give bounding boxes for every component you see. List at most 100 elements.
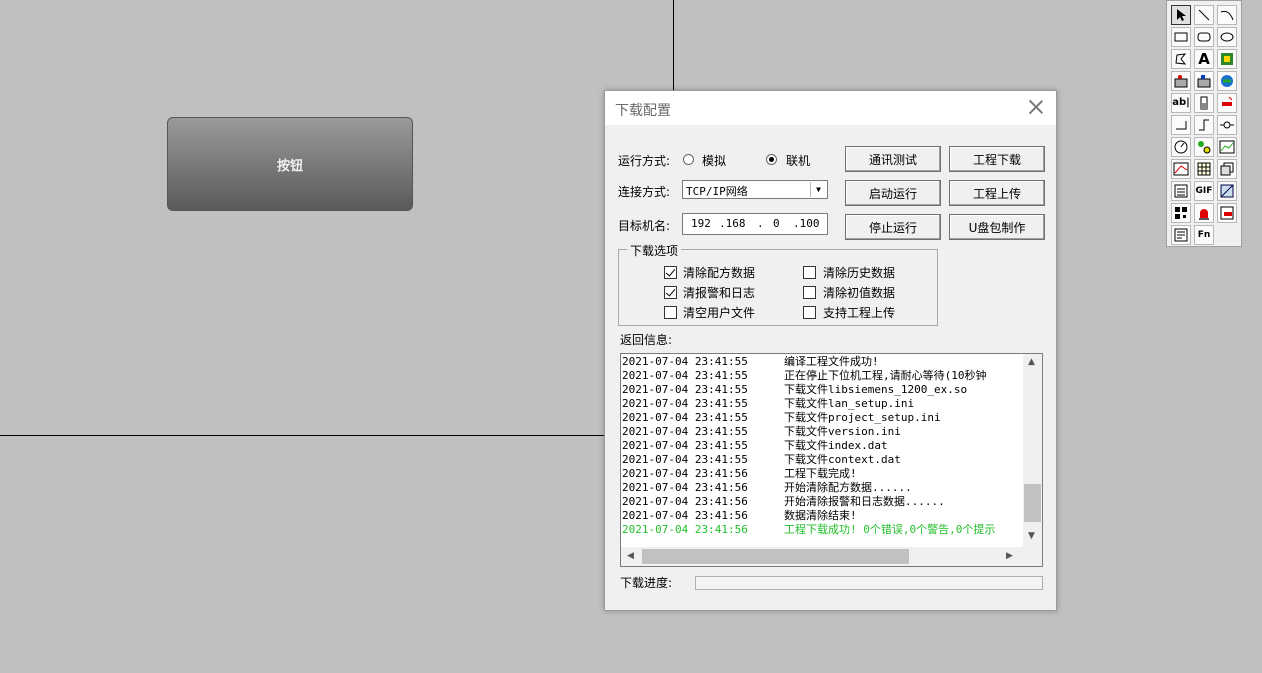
run-mode-online-radio[interactable] [766,154,777,165]
log-line: 2021-07-04 23:41:56 工程下载完成! [622,467,1022,481]
animation-tool-icon[interactable] [1194,137,1214,157]
graphic-view-tool-icon[interactable] [1217,181,1237,201]
canvas-guide-vertical [673,0,674,90]
download-options-group: 下载选项 清除配方数据 清除历史数据 清报警和日志 清除初值数据 清空用户文件 … [618,242,938,326]
target-ip-field[interactable]: 192 .168 . 0 .100 [682,213,828,235]
toolbox-panel: Aab| GIF Fn [1166,0,1242,247]
log-line: 2021-07-04 23:41:55 编译工程文件成功! [622,355,1022,369]
log-message: 下载文件index.dat [784,439,888,452]
dialog-titlebar[interactable]: 下载配置 [605,91,1056,125]
log-line: 2021-07-04 23:41:56 开始清除配方数据...... [622,481,1022,495]
report-tool-icon[interactable] [1171,225,1191,245]
log-horizontal-scrollbar[interactable]: ◀ ▶ [621,547,1042,566]
scroll-left-icon[interactable]: ◀ [627,551,634,561]
indicator-light-tool-icon[interactable] [1217,93,1237,113]
connection-select-value: TCP/IP网络 [686,185,748,198]
picture-tool-icon[interactable] [1217,49,1237,69]
start-run-button[interactable]: 启动运行 [845,180,941,206]
log-message: 下载文件lan_setup.ini [784,397,915,410]
log-timestamp: 2021-07-04 23:41:55 [622,411,748,424]
toolbox-grid: Aab| GIF Fn [1170,4,1238,246]
pointer-tool-icon[interactable] [1171,5,1191,25]
word-button-tool-icon[interactable] [1194,71,1214,91]
log-lines: 2021-07-04 23:41:55 编译工程文件成功! 2021-07-04 2… [622,355,1022,547]
function-tool-glyph: Fn [1197,229,1211,240]
log-timestamp: 2021-07-04 23:41:56 [622,481,748,494]
rounded-rectangle-tool-icon[interactable] [1194,27,1214,47]
qr-code-tool-icon[interactable] [1171,203,1191,223]
log-line: 2021-07-04 23:41:56 数据清除结束! [622,509,1022,523]
log-vertical-scrollbar[interactable]: ▲ ▼ [1023,354,1042,547]
valve-tool-icon[interactable] [1217,115,1237,135]
log-line: 2021-07-04 23:41:55 下载文件libsiemens_1200_e… [622,383,1022,397]
log-message: 下载文件context.dat [784,453,901,466]
clear-alarm-log-checkbox[interactable] [664,286,677,299]
table-tool-icon[interactable] [1194,159,1214,179]
log-line: 2021-07-04 23:41:55 下载文件lan_setup.ini [622,397,1022,411]
scroll-up-icon[interactable]: ▲ [1028,357,1035,367]
chevron-down-icon[interactable]: ▼ [810,182,826,197]
project-upload-button[interactable]: 工程上传 [949,180,1045,206]
scroll-right-icon[interactable]: ▶ [1006,551,1013,561]
scroll-down-icon[interactable]: ▼ [1028,531,1035,541]
log-output[interactable]: 2021-07-04 23:41:55 编译工程文件成功! 2021-07-04 2… [620,353,1043,567]
ip-octet-1[interactable]: 192 [691,217,711,230]
ip-octet-2[interactable]: .168 [719,217,746,230]
clear-user-files-label: 清空用户文件 [683,306,756,320]
dialog-title: 下载配置 [615,103,671,119]
polygon-tool-icon[interactable] [1171,49,1191,69]
gif-tool-glyph: GIF [1195,185,1213,196]
log-horizontal-thumb[interactable] [642,549,909,564]
text-tool-icon[interactable]: A [1194,49,1214,69]
recipe-tool-icon[interactable] [1217,159,1237,179]
support-upload-checkbox[interactable] [803,306,816,319]
log-timestamp: 2021-07-04 23:41:55 [622,355,748,368]
log-label: 返回信息: [620,333,673,347]
log-line: 2021-07-04 23:41:56 工程下载成功! 0个错误,0个警告,0个提… [622,523,1022,537]
step-line-tool-icon[interactable] [1194,115,1214,135]
gauge-tool-icon[interactable] [1171,137,1191,157]
bar-graph-tool-icon[interactable] [1194,93,1214,113]
ip-octet-3[interactable]: 0 [773,217,780,230]
input-field-tool-icon[interactable]: ab| [1171,93,1191,113]
clear-recipe-checkbox[interactable] [664,266,677,279]
log-timestamp: 2021-07-04 23:41:56 [622,523,748,536]
stop-run-button[interactable]: 停止运行 [845,214,941,240]
progress-label: 下载进度: [620,576,673,590]
gif-tool-icon[interactable]: GIF [1194,181,1214,201]
arc-tool-icon[interactable] [1217,5,1237,25]
clear-initial-checkbox[interactable] [803,286,816,299]
download-progress-bar [695,576,1043,590]
download-config-dialog: 下载配置 运行方式: 模拟 联机 连接方式: TCP/IP网络 ▼ 目标机名: … [604,90,1057,611]
trend-chart-tool-icon[interactable] [1217,137,1237,157]
rectangle-tool-icon[interactable] [1171,27,1191,47]
clear-history-checkbox[interactable] [803,266,816,279]
log-message: 下载文件libsiemens_1200_ex.so [784,383,968,396]
log-vertical-thumb[interactable] [1024,484,1041,522]
ip-octet-4[interactable]: .100 [793,217,820,230]
canvas-button-widget[interactable]: 按钮 [167,117,413,211]
log-line: 2021-07-04 23:41:55 正在停止下位机工程,请耐心等待(10秒钟 [622,369,1022,383]
clear-recipe-label: 清除配方数据 [683,266,756,280]
clear-user-files-checkbox[interactable] [664,306,677,319]
project-download-button[interactable]: 工程下载 [949,146,1045,172]
alarm-display-tool-icon[interactable] [1171,181,1191,201]
log-timestamp: 2021-07-04 23:41:56 [622,495,748,508]
bit-button-tool-icon[interactable] [1171,71,1191,91]
usb-package-button[interactable]: U盘包制作 [949,214,1045,240]
connection-select[interactable]: TCP/IP网络 ▼ [682,180,828,199]
function-key-tool-icon[interactable] [1217,71,1237,91]
history-viewer-tool-icon[interactable] [1217,203,1237,223]
function-tool-icon[interactable]: Fn [1194,225,1214,245]
close-icon[interactable] [1028,99,1044,115]
ellipse-tool-icon[interactable] [1217,27,1237,47]
alarm-lamp-tool-icon[interactable] [1194,203,1214,223]
line-tool-icon[interactable] [1194,5,1214,25]
clear-history-label: 清除历史数据 [823,266,896,280]
comm-test-button[interactable]: 通讯测试 [845,146,941,172]
xy-chart-tool-icon[interactable] [1171,159,1191,179]
target-label: 目标机名: [618,219,671,233]
run-mode-simulate-radio[interactable] [683,154,694,165]
pipe-tool-icon[interactable] [1171,115,1191,135]
support-upload-label: 支持工程上传 [823,306,896,320]
